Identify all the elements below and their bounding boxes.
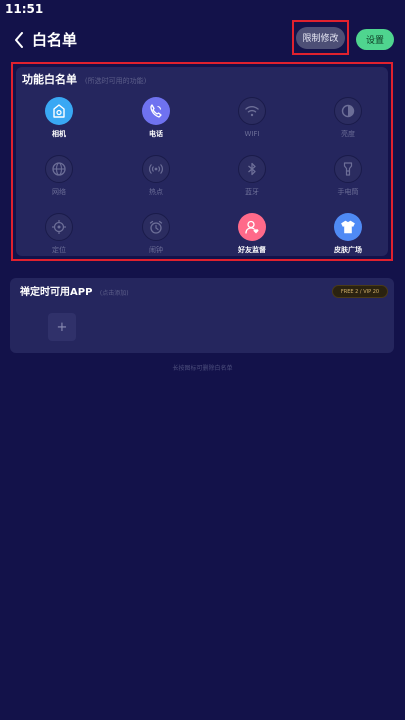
globe-icon xyxy=(45,155,73,183)
function-label: 皮肤广场 xyxy=(334,246,362,254)
header: 白名单 限制修改 设置 xyxy=(0,20,405,56)
bluetooth-icon xyxy=(238,155,266,183)
status-bar: 11:51 xyxy=(0,0,405,20)
app-whitelist-hint: (点击添加) xyxy=(99,290,129,297)
function-item-location[interactable]: 定位 xyxy=(29,213,89,259)
function-item-skin-square[interactable]: 皮肤广场 xyxy=(318,213,378,259)
function-item-network[interactable]: 网络 xyxy=(29,155,89,201)
vip-quota-badge: FREE 2 / VIP 20 xyxy=(332,285,388,298)
limit-edit-button[interactable]: 限制修改 xyxy=(296,26,345,49)
hotspot-icon xyxy=(142,155,170,183)
function-label: 电话 xyxy=(149,130,163,138)
function-label: 亮度 xyxy=(341,130,355,138)
function-item-phone[interactable]: 电话 xyxy=(126,97,186,143)
function-item-hotspot[interactable]: 热点 xyxy=(126,155,186,201)
function-label: 定位 xyxy=(52,246,66,254)
function-whitelist-highlight: 功能白名单 (所选时可用的功能) 相机 电话 WIFI 亮度 网络 热点 蓝牙 … xyxy=(11,62,393,261)
status-time: 11:51 xyxy=(5,2,44,16)
function-item-brightness[interactable]: 亮度 xyxy=(318,97,378,143)
function-label: 好友监督 xyxy=(238,246,266,254)
friend-supervise-icon xyxy=(238,213,266,241)
function-label: WIFI xyxy=(244,130,260,138)
function-grid: 相机 电话 WIFI 亮度 网络 热点 蓝牙 手电筒 定位 闹钟 好友监督 皮肤… xyxy=(16,67,388,256)
function-label: 蓝牙 xyxy=(245,188,259,196)
function-item-bluetooth[interactable]: 蓝牙 xyxy=(222,155,282,201)
function-item-camera[interactable]: 相机 xyxy=(29,97,89,143)
brightness-icon xyxy=(334,97,362,125)
reset-button[interactable]: 设置 xyxy=(356,29,394,50)
function-item-friend-supervise[interactable]: 好友监督 xyxy=(222,213,282,259)
add-app-button[interactable]: + xyxy=(48,313,76,341)
function-item-alarm[interactable]: 闹钟 xyxy=(126,213,186,259)
limit-edit-highlight: 限制修改 xyxy=(292,20,349,55)
wifi-icon xyxy=(238,97,266,125)
function-label: 手电筒 xyxy=(337,188,359,196)
function-label: 网络 xyxy=(52,188,66,196)
app-whitelist-title-text: 禅定时可用APP xyxy=(20,287,93,298)
footer-hint: 长按图标可删除白名单 xyxy=(172,365,233,372)
alarm-icon xyxy=(142,213,170,241)
back-button[interactable] xyxy=(10,30,28,50)
flashlight-icon xyxy=(334,155,362,183)
app-whitelist-title: 禅定时可用APP (点击添加) xyxy=(20,287,129,300)
location-icon xyxy=(45,213,73,241)
function-label: 热点 xyxy=(149,188,163,196)
chevron-left-icon xyxy=(15,32,23,48)
page-title: 白名单 xyxy=(32,31,78,49)
camera-icon xyxy=(45,97,73,125)
function-label: 相机 xyxy=(52,130,66,138)
function-label: 闹钟 xyxy=(149,246,163,254)
function-item-flashlight[interactable]: 手电筒 xyxy=(318,155,378,201)
phone-icon xyxy=(142,97,170,125)
app-whitelist-card: 禅定时可用APP (点击添加) FREE 2 / VIP 20 + xyxy=(10,278,394,353)
skin-shirt-icon xyxy=(334,213,362,241)
function-item-wifi[interactable]: WIFI xyxy=(222,97,282,143)
function-whitelist-panel: 功能白名单 (所选时可用的功能) 相机 电话 WIFI 亮度 网络 热点 蓝牙 … xyxy=(16,67,388,256)
